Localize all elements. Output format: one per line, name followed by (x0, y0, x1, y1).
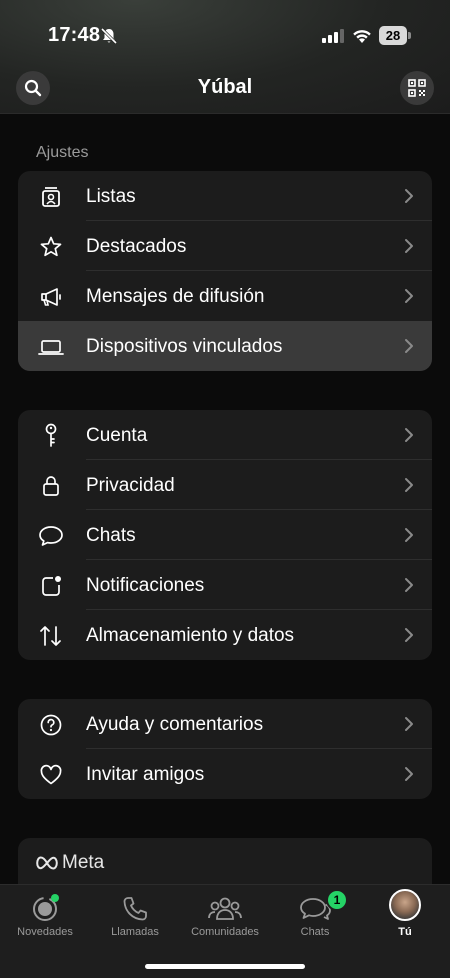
qr-code-button[interactable] (400, 71, 434, 105)
phone-icon (117, 893, 153, 925)
row-label: Invitar amigos (86, 764, 205, 785)
battery-tip (408, 32, 411, 39)
row-label: Notificaciones (86, 575, 205, 596)
home-indicator[interactable] (145, 964, 305, 969)
notification-icon (38, 573, 64, 599)
settings-group-lists: Listas Destacados Mensajes de difusión D… (18, 171, 432, 371)
row-label: Privacidad (86, 475, 175, 496)
row-label: Chats (86, 525, 136, 546)
key-icon (38, 423, 64, 449)
laptop-icon (38, 334, 64, 360)
tab-label: Tú (398, 926, 412, 938)
list-icon (38, 184, 64, 210)
arrows-updown-icon (38, 623, 64, 649)
battery-level: 28 (379, 26, 407, 45)
chevron-right-icon (405, 767, 413, 781)
chevron-right-icon (405, 289, 413, 303)
meta-logo: Meta (36, 852, 104, 874)
chevron-right-icon (405, 717, 413, 731)
chevron-right-icon (405, 478, 413, 492)
settings-row-privacy[interactable]: Privacidad (18, 460, 432, 510)
tab-communities[interactable]: Comunidades (180, 885, 270, 945)
settings-row-linked-devices[interactable]: Dispositivos vinculados (18, 321, 432, 371)
wifi-icon (353, 30, 371, 43)
chevron-right-icon (405, 528, 413, 542)
settings-row-lists[interactable]: Listas (18, 171, 432, 221)
meta-infinity-icon (36, 856, 58, 870)
tab-calls[interactable]: Llamadas (90, 885, 180, 945)
settings-row-invite[interactable]: Invitar amigos (18, 749, 432, 799)
qr-code-icon (408, 79, 426, 97)
row-label: Mensajes de difusión (86, 286, 265, 307)
star-icon (38, 234, 64, 260)
chevron-right-icon (405, 189, 413, 203)
avatar[interactable] (389, 889, 421, 921)
settings-row-broadcast[interactable]: Mensajes de difusión (18, 271, 432, 321)
settings-row-account[interactable]: Cuenta (18, 410, 432, 460)
chevron-right-icon (405, 578, 413, 592)
communities-icon (207, 893, 243, 925)
section-label-settings: Ajustes (36, 144, 89, 161)
settings-row-starred[interactable]: Destacados (18, 221, 432, 271)
settings-row-help[interactable]: Ayuda y comentarios (18, 699, 432, 749)
row-label: Almacenamiento y datos (86, 625, 295, 646)
chevron-right-icon (405, 339, 413, 353)
row-label: Dispositivos vinculados (86, 336, 283, 357)
page-title: Yúbal (197, 76, 253, 98)
settings-row-notifications[interactable]: Notificaciones (18, 560, 432, 610)
updates-dot (51, 894, 59, 902)
settings-row-chats[interactable]: Chats (18, 510, 432, 560)
row-label: Listas (86, 186, 136, 207)
cellular-signal-icon (322, 29, 344, 43)
tab-updates[interactable]: Novedades (0, 885, 90, 945)
chevron-right-icon (405, 628, 413, 642)
chat-bubble-icon (38, 523, 64, 549)
tab-label: Llamadas (111, 926, 159, 938)
settings-group-account: Cuenta Privacidad Chats Notificaciones A… (18, 410, 432, 660)
status-time: 17:48 (48, 24, 101, 46)
battery-indicator: 28 (379, 26, 411, 45)
bell-off-icon (100, 27, 118, 45)
lock-icon (38, 473, 64, 499)
row-label: Destacados (86, 236, 187, 257)
chevron-right-icon (405, 239, 413, 253)
tab-label: Chats (300, 926, 330, 938)
row-label: Cuenta (86, 425, 148, 446)
chevron-right-icon (405, 428, 413, 442)
tab-label: Comunidades (191, 926, 259, 938)
help-icon (38, 712, 64, 738)
megaphone-icon (38, 284, 64, 310)
settings-row-storage[interactable]: Almacenamiento y datos (18, 610, 432, 660)
chats-unread-badge: 1 (326, 889, 348, 911)
settings-group-help: Ayuda y comentarios Invitar amigos (18, 699, 432, 799)
tab-label: Novedades (17, 926, 73, 938)
meta-label: Meta (62, 852, 105, 873)
heart-icon (38, 762, 64, 788)
row-label: Ayuda y comentarios (86, 714, 264, 735)
